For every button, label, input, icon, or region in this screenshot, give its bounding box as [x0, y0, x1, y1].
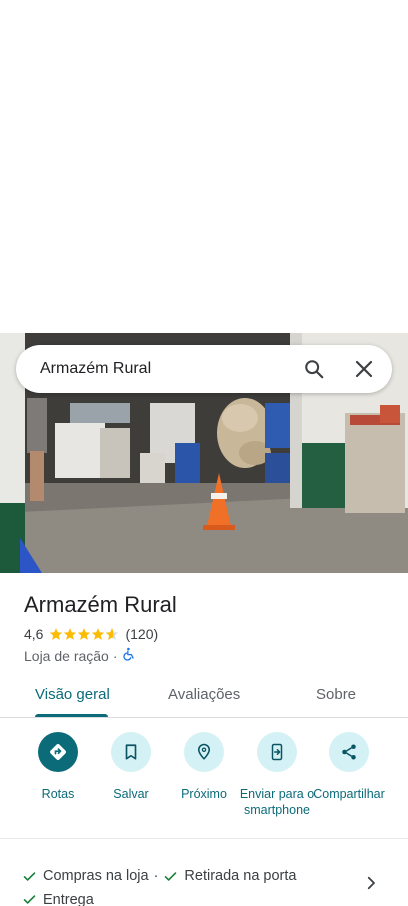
directions-icon — [38, 732, 78, 772]
check-icon — [165, 871, 177, 881]
service-options[interactable]: Compras na loja · Retirada na porta Entr… — [22, 866, 362, 906]
service-item: Entrega — [22, 890, 94, 906]
service-item: Compras na loja · — [22, 866, 163, 886]
directions-label: Rotas — [41, 787, 75, 801]
send-to-phone-label: Enviar para o smartphone — [239, 787, 315, 817]
nearby-icon — [184, 732, 224, 772]
place-title: Armazém Rural — [24, 592, 177, 617]
star-icon — [50, 628, 63, 640]
share-button[interactable]: Compartilhar — [310, 730, 388, 802]
rating-row[interactable]: 4,6 (120) — [24, 626, 158, 642]
chevron-right-icon[interactable] — [362, 874, 380, 892]
search-input[interactable]: Armazém Rural — [16, 360, 300, 378]
send-to-phone-icon — [257, 732, 297, 772]
star-icon — [92, 628, 105, 640]
active-tab-indicator — [35, 714, 108, 717]
wheelchair-accessible-icon — [122, 647, 136, 664]
section-divider — [0, 838, 408, 839]
save-label: Salvar — [113, 787, 149, 801]
place-category: Loja de ração — [24, 647, 109, 664]
close-icon[interactable] — [350, 355, 378, 383]
check-icon — [23, 871, 36, 881]
send-to-phone-button[interactable]: Enviar para o smartphone — [238, 730, 316, 818]
service-label: Entrega — [43, 891, 94, 906]
star-icon — [78, 628, 91, 640]
rating-value: 4,6 — [24, 626, 44, 642]
star-rating — [49, 627, 119, 641]
separator-dot: · — [112, 647, 118, 664]
share-label: Compartilhar — [313, 787, 385, 801]
half-star-icon — [106, 628, 119, 640]
map-blank-area — [0, 0, 408, 333]
nearby-button[interactable]: Próximo — [165, 730, 243, 802]
check-icon — [23, 895, 36, 904]
service-item: Retirada na porta — [163, 866, 296, 886]
nearby-label: Próximo — [181, 787, 227, 801]
directions-button[interactable]: Rotas — [19, 730, 97, 802]
save-button[interactable]: Salvar — [92, 730, 170, 802]
bookmark-icon — [111, 732, 151, 772]
tab-visao-geral[interactable]: Visão geral — [35, 686, 110, 703]
separator-dot: · — [153, 868, 159, 884]
tab-bar: Visão geral Avaliações Sobre — [0, 676, 408, 718]
star-icon — [64, 628, 77, 640]
service-label: Compras na loja — [43, 868, 149, 884]
tab-avaliacoes[interactable]: Avaliações — [168, 686, 240, 703]
search-icon[interactable] — [300, 355, 328, 383]
share-icon — [329, 732, 369, 772]
action-buttons: Rotas Salvar Próximo Enviar para o smart… — [0, 730, 408, 838]
category-row: Loja de ração · — [24, 647, 136, 664]
tab-sobre[interactable]: Sobre — [316, 686, 356, 703]
search-bar[interactable]: Armazém Rural — [16, 345, 392, 393]
review-count[interactable]: (120) — [125, 626, 158, 642]
service-label: Retirada na porta — [184, 868, 297, 884]
